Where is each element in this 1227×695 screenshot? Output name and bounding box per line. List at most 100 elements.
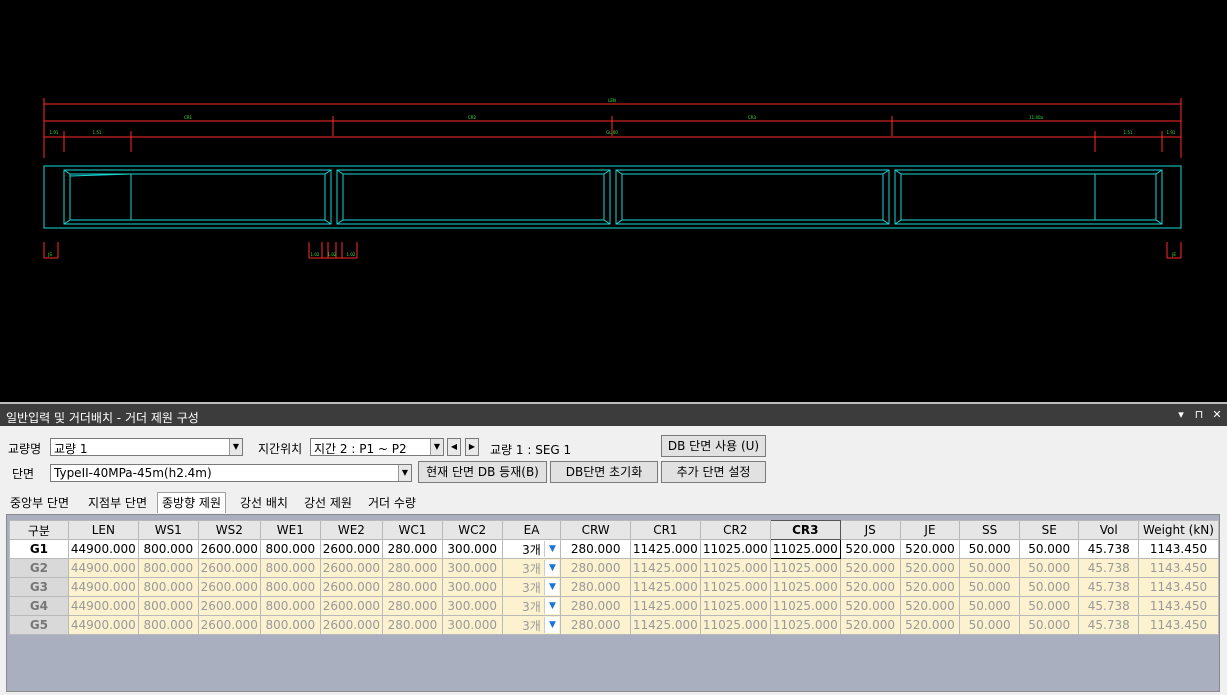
- table-row[interactable]: G5 44900.000 800.000 2600.000 800.000 2600.00…: [9, 615, 1219, 635]
- column-header[interactable]: EA: [501, 520, 562, 540]
- table-cell[interactable]: 1143.450: [1138, 596, 1219, 616]
- column-header[interactable]: WE1: [259, 520, 321, 540]
- table-cell[interactable]: 44900.000: [67, 577, 139, 597]
- cad-viewport[interactable]: LEN CR1 CR2 CR3 11.40a 1.91 1.51 GL.00 1…: [0, 0, 1227, 402]
- tab-longitudinal[interactable]: 종방향 제원: [157, 492, 227, 513]
- table-cell[interactable]: 800.000: [259, 558, 321, 578]
- table-cell[interactable]: 520.000: [899, 558, 961, 578]
- table-cell[interactable]: 280.000: [560, 577, 631, 597]
- ea-dropdown-icon[interactable]: ▼: [544, 617, 560, 633]
- table-cell[interactable]: 3개 ▼: [501, 596, 562, 616]
- table-cell[interactable]: 800.000: [137, 539, 199, 559]
- table-cell[interactable]: 800.000: [137, 558, 199, 578]
- table-cell[interactable]: 44900.000: [67, 615, 139, 635]
- table-cell[interactable]: 300.000: [441, 558, 503, 578]
- table-cell[interactable]: 280.000: [382, 577, 443, 597]
- table-cell[interactable]: 520.000: [839, 596, 901, 616]
- column-header[interactable]: WS1: [137, 520, 199, 540]
- row-header[interactable]: G4: [9, 596, 69, 616]
- table-cell[interactable]: 800.000: [137, 577, 199, 597]
- table-cell[interactable]: 3개 ▼: [501, 539, 562, 559]
- table-cell[interactable]: 45.738: [1078, 596, 1140, 616]
- table-cell[interactable]: 1143.450: [1138, 558, 1219, 578]
- table-cell[interactable]: 50.000: [959, 539, 1020, 559]
- table-cell[interactable]: 300.000: [441, 596, 503, 616]
- table-cell[interactable]: 45.738: [1078, 615, 1140, 635]
- table-cell[interactable]: 2600.000: [197, 577, 261, 597]
- table-cell[interactable]: 800.000: [259, 615, 321, 635]
- chevron-down-icon[interactable]: ▼: [430, 439, 443, 455]
- pin-icon[interactable]: ⊓: [1193, 408, 1205, 421]
- tab-tendon-spec[interactable]: 강선 제원: [304, 494, 352, 511]
- table-cell[interactable]: 2600.000: [319, 577, 384, 597]
- table-row[interactable]: G2 44900.000 800.000 2600.000 800.000 2600.00…: [9, 558, 1219, 578]
- tab-tendon-layout[interactable]: 강선 배치: [240, 494, 288, 511]
- table-cell[interactable]: 520.000: [839, 615, 901, 635]
- table-cell[interactable]: 280.000: [382, 539, 443, 559]
- table-cell[interactable]: 2600.000: [319, 558, 384, 578]
- column-header[interactable]: LEN: [67, 520, 139, 540]
- ea-dropdown-icon[interactable]: ▼: [544, 541, 560, 557]
- table-cell[interactable]: 280.000: [382, 596, 443, 616]
- column-header[interactable]: WC2: [441, 520, 503, 540]
- span-select[interactable]: 지간 2 : P1 ~ P2 ▼: [310, 438, 444, 456]
- table-cell[interactable]: 11025.000: [769, 615, 841, 635]
- column-header[interactable]: JE: [899, 520, 961, 540]
- table-cell[interactable]: 50.000: [1018, 539, 1080, 559]
- table-cell[interactable]: 800.000: [259, 596, 321, 616]
- table-cell[interactable]: 1143.450: [1138, 577, 1219, 597]
- table-cell[interactable]: 45.738: [1078, 558, 1140, 578]
- table-cell[interactable]: 50.000: [1018, 596, 1080, 616]
- reset-db-section-button[interactable]: DB단면 초기화: [550, 461, 658, 483]
- column-header[interactable]: SS: [959, 520, 1020, 540]
- column-header[interactable]: Weight (kN): [1138, 520, 1219, 540]
- column-header[interactable]: CR3: [769, 520, 841, 540]
- table-cell[interactable]: 44900.000: [67, 596, 139, 616]
- table-cell[interactable]: 3개 ▼: [501, 577, 562, 597]
- table-cell[interactable]: 280.000: [560, 615, 631, 635]
- section-select[interactable]: TypeII-40MPa-45m(h2.4m) ▼: [50, 464, 412, 482]
- table-cell[interactable]: 280.000: [382, 558, 443, 578]
- column-header[interactable]: CR2: [699, 520, 771, 540]
- table-cell[interactable]: 280.000: [382, 615, 443, 635]
- tab-center-section[interactable]: 중앙부 단면: [10, 494, 69, 511]
- bridge-select[interactable]: 교량 1 ▼: [50, 438, 243, 456]
- close-icon[interactable]: ✕: [1211, 408, 1223, 421]
- table-row[interactable]: G1 44900.000 800.000 2600.000 800.000 2600.00…: [9, 539, 1219, 559]
- table-cell[interactable]: 11425.000: [629, 539, 701, 559]
- table-cell[interactable]: 2600.000: [197, 615, 261, 635]
- table-cell[interactable]: 520.000: [899, 539, 961, 559]
- register-db-button[interactable]: 현재 단면 DB 등재(B): [418, 461, 547, 483]
- ea-dropdown-icon[interactable]: ▼: [544, 579, 560, 595]
- table-cell[interactable]: 45.738: [1078, 577, 1140, 597]
- chevron-down-icon[interactable]: ▼: [229, 439, 242, 455]
- table-cell[interactable]: 44900.000: [67, 558, 139, 578]
- table-cell[interactable]: 45.738: [1078, 539, 1140, 559]
- tab-support-section[interactable]: 지점부 단면: [88, 494, 147, 511]
- table-cell[interactable]: 3개 ▼: [501, 558, 562, 578]
- table-cell[interactable]: 520.000: [899, 596, 961, 616]
- column-header[interactable]: CR1: [629, 520, 701, 540]
- column-header[interactable]: CRW: [560, 520, 631, 540]
- row-header[interactable]: G1: [9, 539, 69, 559]
- table-cell[interactable]: 11025.000: [699, 577, 771, 597]
- column-header[interactable]: WC1: [382, 520, 443, 540]
- column-header[interactable]: WE2: [319, 520, 384, 540]
- column-header[interactable]: Vol: [1078, 520, 1140, 540]
- table-cell[interactable]: 2600.000: [197, 558, 261, 578]
- next-span-button[interactable]: ▶: [465, 438, 479, 456]
- table-cell[interactable]: 800.000: [137, 615, 199, 635]
- column-header[interactable]: SE: [1018, 520, 1080, 540]
- table-cell[interactable]: 50.000: [1018, 558, 1080, 578]
- table-cell[interactable]: 11025.000: [699, 596, 771, 616]
- table-cell[interactable]: 520.000: [899, 577, 961, 597]
- table-cell[interactable]: 1143.450: [1138, 539, 1219, 559]
- table-cell[interactable]: 11025.000: [699, 539, 771, 559]
- table-cell[interactable]: 280.000: [560, 558, 631, 578]
- table-cell[interactable]: 520.000: [839, 558, 901, 578]
- table-cell[interactable]: 800.000: [137, 596, 199, 616]
- table-row[interactable]: G3 44900.000 800.000 2600.000 800.000 2600.00…: [9, 577, 1219, 597]
- table-cell[interactable]: 50.000: [959, 577, 1020, 597]
- column-header[interactable]: JS: [839, 520, 901, 540]
- table-cell[interactable]: 44900.000: [67, 539, 139, 559]
